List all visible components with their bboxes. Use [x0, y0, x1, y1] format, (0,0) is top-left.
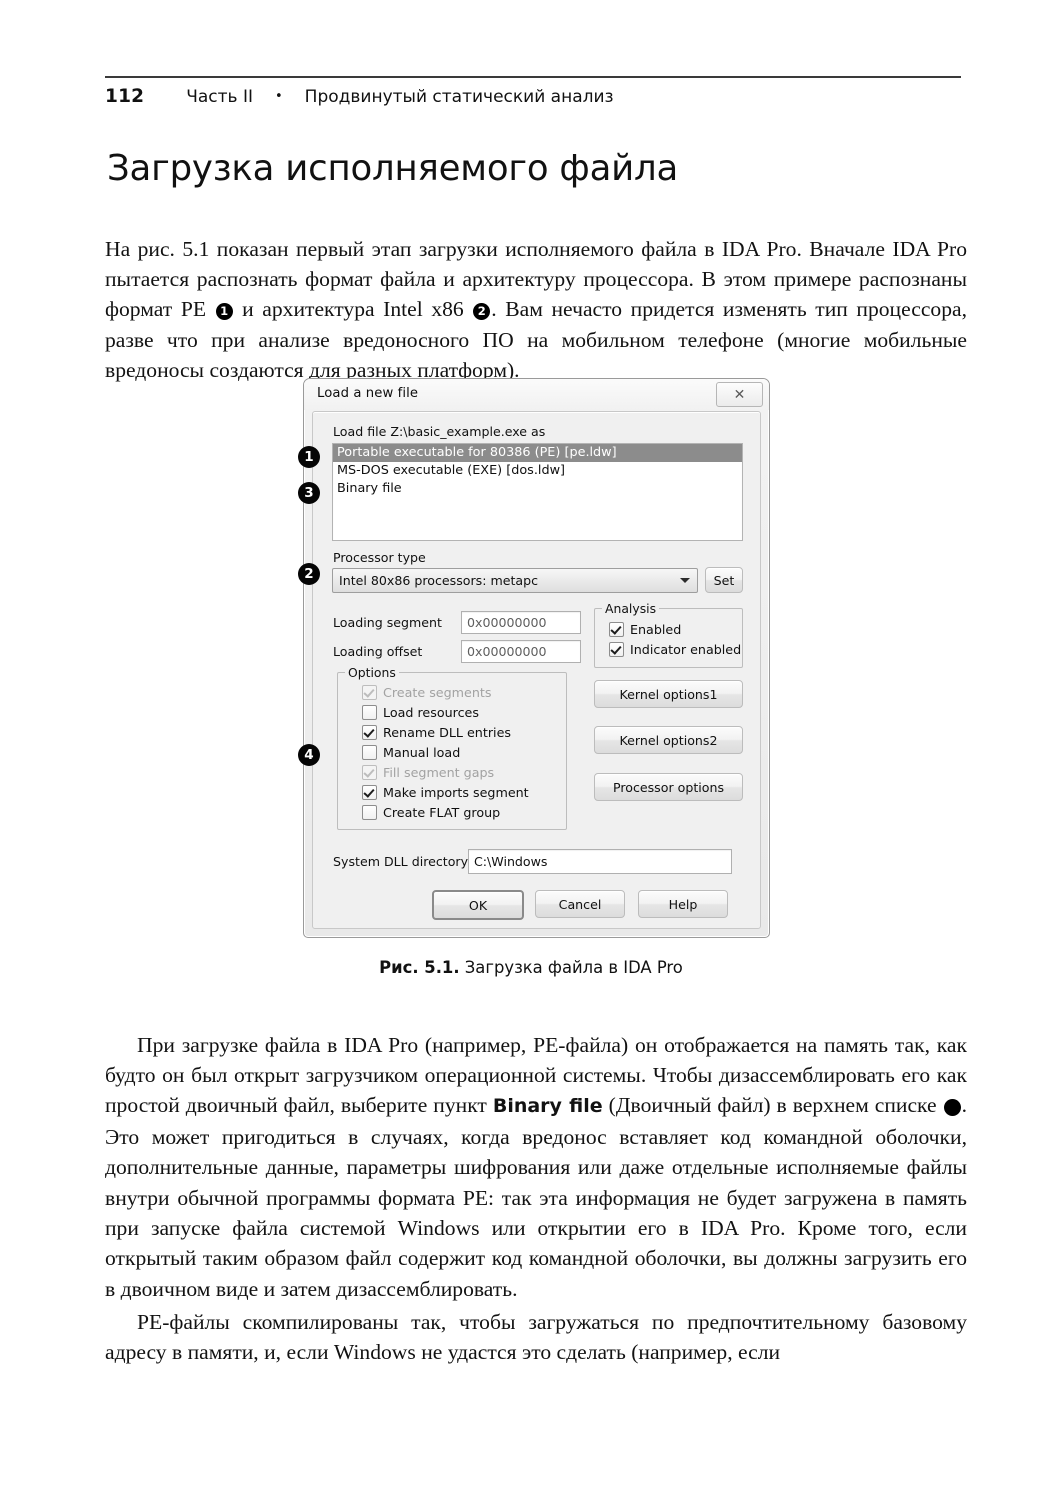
checkbox-label: Enabled — [630, 622, 682, 637]
page-title: Загрузка исполняемого файла — [107, 148, 679, 189]
loading-offset-input[interactable]: 0x00000000 — [461, 640, 581, 663]
checkbox-create-flat-group[interactable]: Create FLAT group — [362, 805, 500, 820]
page-number: 112 — [105, 86, 145, 107]
running-head-part: Часть II — [186, 87, 253, 107]
checkbox-box-icon — [362, 685, 377, 700]
checkbox-box-icon — [362, 705, 377, 720]
processor-type-label: Processor type — [333, 550, 426, 565]
checkbox-label: Indicator enabled — [630, 642, 742, 657]
figure-callout-4: 4 — [298, 744, 320, 766]
header-rule — [105, 76, 961, 78]
kernel-options2-button[interactable]: Kernel options2 — [594, 726, 743, 754]
checkbox-rename-dll-entries[interactable]: Rename DLL entries — [362, 725, 511, 740]
inline-term-binary-file: Binary file — [492, 1095, 603, 1118]
close-icon: ✕ — [733, 386, 746, 403]
cancel-button[interactable]: Cancel — [535, 890, 625, 918]
checkbox-label: Load resources — [383, 705, 479, 720]
checkbox-label: Create FLAT group — [383, 805, 501, 820]
checkbox-indicator-enabled[interactable]: Indicator enabled — [609, 642, 741, 657]
loading-segment-value: 0x00000000 — [467, 615, 547, 630]
options-group-title: Options — [345, 665, 399, 680]
figure-caption-label: Рис. 5.1. — [379, 958, 460, 977]
inline-callout-1: 1 — [215, 303, 233, 321]
paragraph-2-part-b: (Двоичный файл) в верхнем списке — [602, 1093, 943, 1118]
help-button[interactable]: Help — [638, 890, 728, 918]
figure-caption-text: Загрузка файла в IDA Pro — [464, 958, 683, 977]
checkbox-label: Make imports segment — [383, 785, 529, 800]
figure-callout-2: 2 — [298, 563, 320, 585]
figure-caption: Рис. 5.1. Загрузка файла в IDA Pro — [0, 958, 1062, 977]
dialog-title: Load a new file — [317, 386, 419, 401]
checkbox-create-segments[interactable]: Create segments — [362, 685, 491, 700]
figure-callout-3: 3 — [298, 482, 320, 504]
paragraph-after-figure: При загрузке файла в IDA Pro (например, … — [105, 1030, 984, 1305]
processor-type-value: Intel 80x86 processors: metapc — [339, 573, 539, 588]
checkbox-label: Rename DLL entries — [383, 725, 511, 740]
list-item-msdos[interactable]: MS-DOS executable (EXE) [dos.ldw] — [333, 462, 742, 480]
loading-offset-label: Loading offset — [333, 644, 423, 659]
kernel-options1-button[interactable]: Kernel options1 — [594, 680, 743, 708]
processor-type-label-text: Processor type — [333, 550, 426, 565]
checkbox-label: Manual load — [383, 745, 461, 760]
checkbox-box-icon — [362, 745, 377, 760]
running-head-title: Продвинутый статический анализ — [304, 87, 614, 107]
checkbox-make-imports-segment[interactable]: Make imports segment — [362, 785, 529, 800]
load-a-new-file-dialog: Load a new file ✕ Load file Z:\basic_exa… — [303, 378, 770, 938]
inline-callout-3: 3 — [943, 1099, 984, 1117]
checkbox-box-icon — [609, 642, 624, 657]
book-page: 112 Часть II • Продвинутый статический а… — [0, 0, 1062, 1500]
checkbox-box-icon — [362, 785, 377, 800]
chevron-down-icon — [680, 578, 690, 583]
analysis-group: Analysis Enabled Indicator enabled — [594, 601, 743, 668]
checkbox-box-icon — [362, 725, 377, 740]
running-head: 112 Часть II • Продвинутый статический а… — [105, 86, 961, 107]
checkbox-box-icon — [609, 622, 624, 637]
paragraph-2-part-c: . Это может пригодиться в случаях, когда… — [105, 1093, 967, 1301]
processor-type-dropdown[interactable]: Intel 80x86 processors: metapc — [332, 568, 698, 593]
checkbox-manual-load[interactable]: Manual load — [362, 745, 460, 760]
file-type-list[interactable]: Portable executable for 80386 (PE) [pe.l… — [332, 443, 743, 541]
paragraph-intro-part-b: и архитектура Intel x86 — [233, 297, 473, 322]
load-file-label: Load file Z:\basic_example.exe as — [333, 424, 546, 439]
ok-button[interactable]: OK — [432, 890, 524, 920]
list-item-binary-file[interactable]: Binary file — [333, 480, 742, 498]
checkbox-label: Create segments — [383, 685, 492, 700]
checkbox-fill-segment-gaps[interactable]: Fill segment gaps — [362, 765, 494, 780]
analysis-group-title: Analysis — [602, 601, 660, 616]
checkbox-box-icon — [362, 805, 377, 820]
system-dll-directory-input[interactable]: C:\Windows — [468, 849, 732, 874]
paragraph-intro: На рис. 5.1 показан первый этап загрузки… — [105, 234, 967, 386]
checkbox-load-resources[interactable]: Load resources — [362, 705, 479, 720]
set-button[interactable]: Set — [705, 567, 743, 593]
list-item-pe[interactable]: Portable executable for 80386 (PE) [pe.l… — [333, 444, 742, 462]
figure-callout-1: 1 — [298, 446, 320, 468]
dialog-body: Load file Z:\basic_example.exe as Portab… — [312, 411, 761, 929]
bullet-separator-icon: • — [275, 89, 283, 104]
loading-offset-value: 0x00000000 — [467, 644, 547, 659]
system-dll-directory-label: System DLL directory — [333, 854, 469, 869]
processor-options-button[interactable]: Processor options — [594, 773, 743, 801]
options-group: Options Create segments Load resources R… — [337, 665, 567, 830]
checkbox-label: Fill segment gaps — [383, 765, 495, 780]
checkbox-analysis-enabled[interactable]: Enabled — [609, 622, 681, 637]
close-button[interactable]: ✕ — [716, 382, 763, 407]
loading-segment-label: Loading segment — [333, 615, 442, 630]
paragraph-final: PE-файлы скомпилированы так, чтобы загру… — [105, 1309, 967, 1364]
loading-segment-input[interactable]: 0x00000000 — [461, 611, 581, 634]
checkbox-box-icon — [362, 765, 377, 780]
dialog-titlebar: Load a new file ✕ — [304, 379, 769, 410]
inline-callout-2: 2 — [473, 303, 491, 321]
system-dll-directory-value: C:\Windows — [474, 854, 548, 869]
